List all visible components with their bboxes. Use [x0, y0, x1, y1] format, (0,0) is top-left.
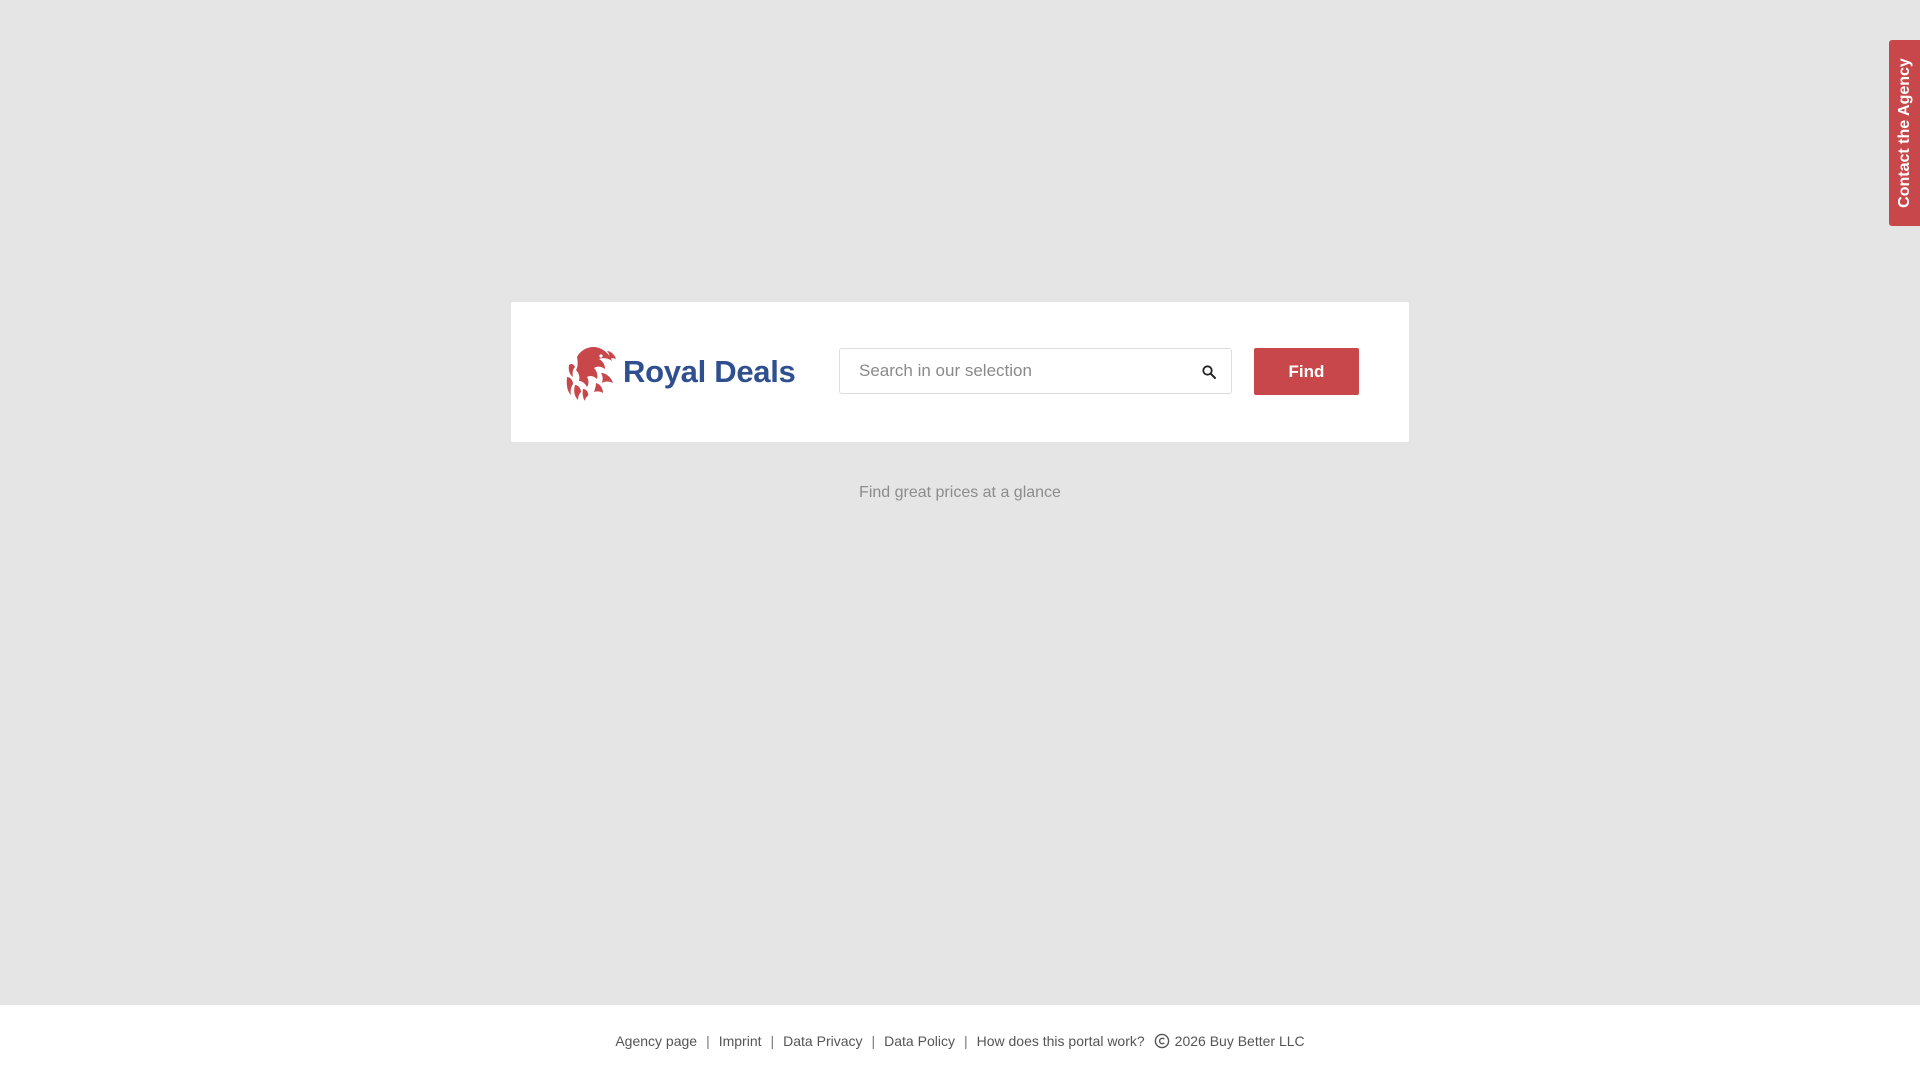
footer-link-data-policy[interactable]: Data Policy: [884, 1033, 955, 1049]
find-button[interactable]: Find: [1254, 348, 1359, 395]
search-icon[interactable]: [1201, 364, 1217, 380]
footer-link-imprint[interactable]: Imprint: [719, 1033, 762, 1049]
footer-separator: |: [963, 1032, 968, 1049]
footer-separator: |: [770, 1032, 775, 1049]
footer-separator: |: [871, 1032, 876, 1049]
footer: Agency page | Imprint | Data Privacy | D…: [0, 1005, 1920, 1080]
tagline: Find great prices at a glance: [859, 484, 1061, 501]
copyright-text: 2026 Buy Better LLC: [1174, 1032, 1305, 1049]
footer-separator: |: [706, 1032, 710, 1049]
footer-link-how-portal-works[interactable]: How does this portal work?: [977, 1033, 1145, 1049]
brand-name: Royal Deals: [623, 354, 796, 389]
contact-agency-label: Contact the Agency: [1895, 58, 1913, 208]
search-input[interactable]: [840, 349, 1231, 393]
copyright-icon: [1154, 1033, 1169, 1048]
footer-link-agency-page[interactable]: Agency page: [615, 1033, 697, 1049]
brand-logo[interactable]: Royal Deals: [563, 342, 796, 402]
lion-head-icon: [566, 347, 616, 401]
contact-agency-tab[interactable]: Contact the Agency: [1889, 40, 1920, 226]
search-box[interactable]: [839, 348, 1232, 394]
footer-link-data-privacy[interactable]: Data Privacy: [783, 1033, 862, 1049]
search-card: Royal Deals Find: [511, 302, 1409, 442]
